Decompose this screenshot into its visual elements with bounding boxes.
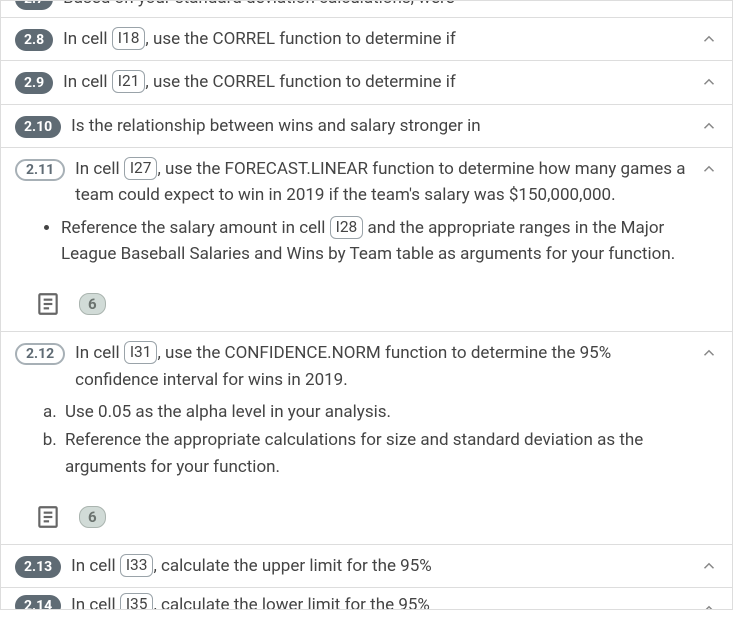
bullet-item: Reference the salary amount in cell I28 … <box>61 215 718 268</box>
cell-ref: I28 <box>330 216 364 239</box>
step-2-13[interactable]: 2.13 In cell I33, calculate the upper li… <box>0 545 733 588</box>
cell-ref: I21 <box>112 70 146 93</box>
step-text: In cell I31, use the CONFIDENCE.NORM fun… <box>75 340 718 393</box>
step-number-badge: 2.8 <box>15 29 53 51</box>
step-number-badge: 2.7 <box>15 0 53 10</box>
step-text: Is the relationship between wins and sal… <box>71 113 718 139</box>
step-text: In cell I21, use the CORREL function to … <box>63 69 718 95</box>
document-icon[interactable] <box>35 291 61 317</box>
chevron-up-icon[interactable] <box>700 344 718 362</box>
step-text: In cell I35, calculate the lower limit f… <box>71 592 718 610</box>
document-icon[interactable] <box>35 504 61 530</box>
step-number-badge: 2.10 <box>15 116 61 138</box>
chevron-up-icon[interactable] <box>700 160 718 178</box>
list-item: Reference the appropriate calculations f… <box>61 427 718 480</box>
step-text: Based on your standard deviation calcula… <box>63 0 718 11</box>
step-number-badge: 2.11 <box>15 159 65 181</box>
step-2-10[interactable]: 2.10 Is the relationship between wins an… <box>0 105 733 148</box>
step-2-12[interactable]: 2.12 In cell I31, use the CONFIDENCE.NOR… <box>0 332 733 545</box>
step-number-badge: 2.14 <box>15 595 61 610</box>
step-text: In cell I27, use the FORECAST.LINEAR fun… <box>75 156 718 209</box>
step-2-8[interactable]: 2.8 In cell I18, use the CORREL function… <box>0 18 733 61</box>
step-text: In cell I18, use the CORREL function to … <box>63 26 718 52</box>
list-item: Use 0.05 as the alpha level in your anal… <box>61 399 718 425</box>
count-badge: 6 <box>79 293 106 315</box>
cell-ref: I35 <box>120 593 154 610</box>
chevron-up-icon[interactable] <box>700 73 718 91</box>
task-list: 2.7 Based on your standard deviation cal… <box>0 0 733 610</box>
step-number-badge: 2.13 <box>15 556 61 578</box>
step-footer: 6 <box>35 504 718 530</box>
count-badge: 6 <box>79 506 106 528</box>
cell-ref: I18 <box>112 27 146 50</box>
step-number-badge: 2.9 <box>15 72 53 94</box>
step-ordered-list: Use 0.05 as the alpha level in your anal… <box>15 399 718 480</box>
step-number-badge: 2.12 <box>15 343 65 365</box>
chevron-up-icon[interactable] <box>700 557 718 575</box>
cell-ref: I33 <box>120 554 154 577</box>
chevron-up-icon[interactable] <box>700 600 718 610</box>
step-bullets: Reference the salary amount in cell I28 … <box>15 215 718 268</box>
chevron-up-icon[interactable] <box>700 117 718 135</box>
chevron-up-icon[interactable] <box>700 30 718 48</box>
cell-ref: I27 <box>124 157 158 180</box>
cell-ref: I31 <box>124 341 158 364</box>
step-text: In cell I33, calculate the upper limit f… <box>71 553 718 579</box>
step-2-7[interactable]: 2.7 Based on your standard deviation cal… <box>0 0 733 18</box>
step-2-14[interactable]: 2.14 In cell I35, calculate the lower li… <box>0 588 733 610</box>
step-footer: 6 <box>35 291 718 317</box>
step-2-11[interactable]: 2.11 In cell I27, use the FORECAST.LINEA… <box>0 148 733 332</box>
step-2-9[interactable]: 2.9 In cell I21, use the CORREL function… <box>0 61 733 104</box>
